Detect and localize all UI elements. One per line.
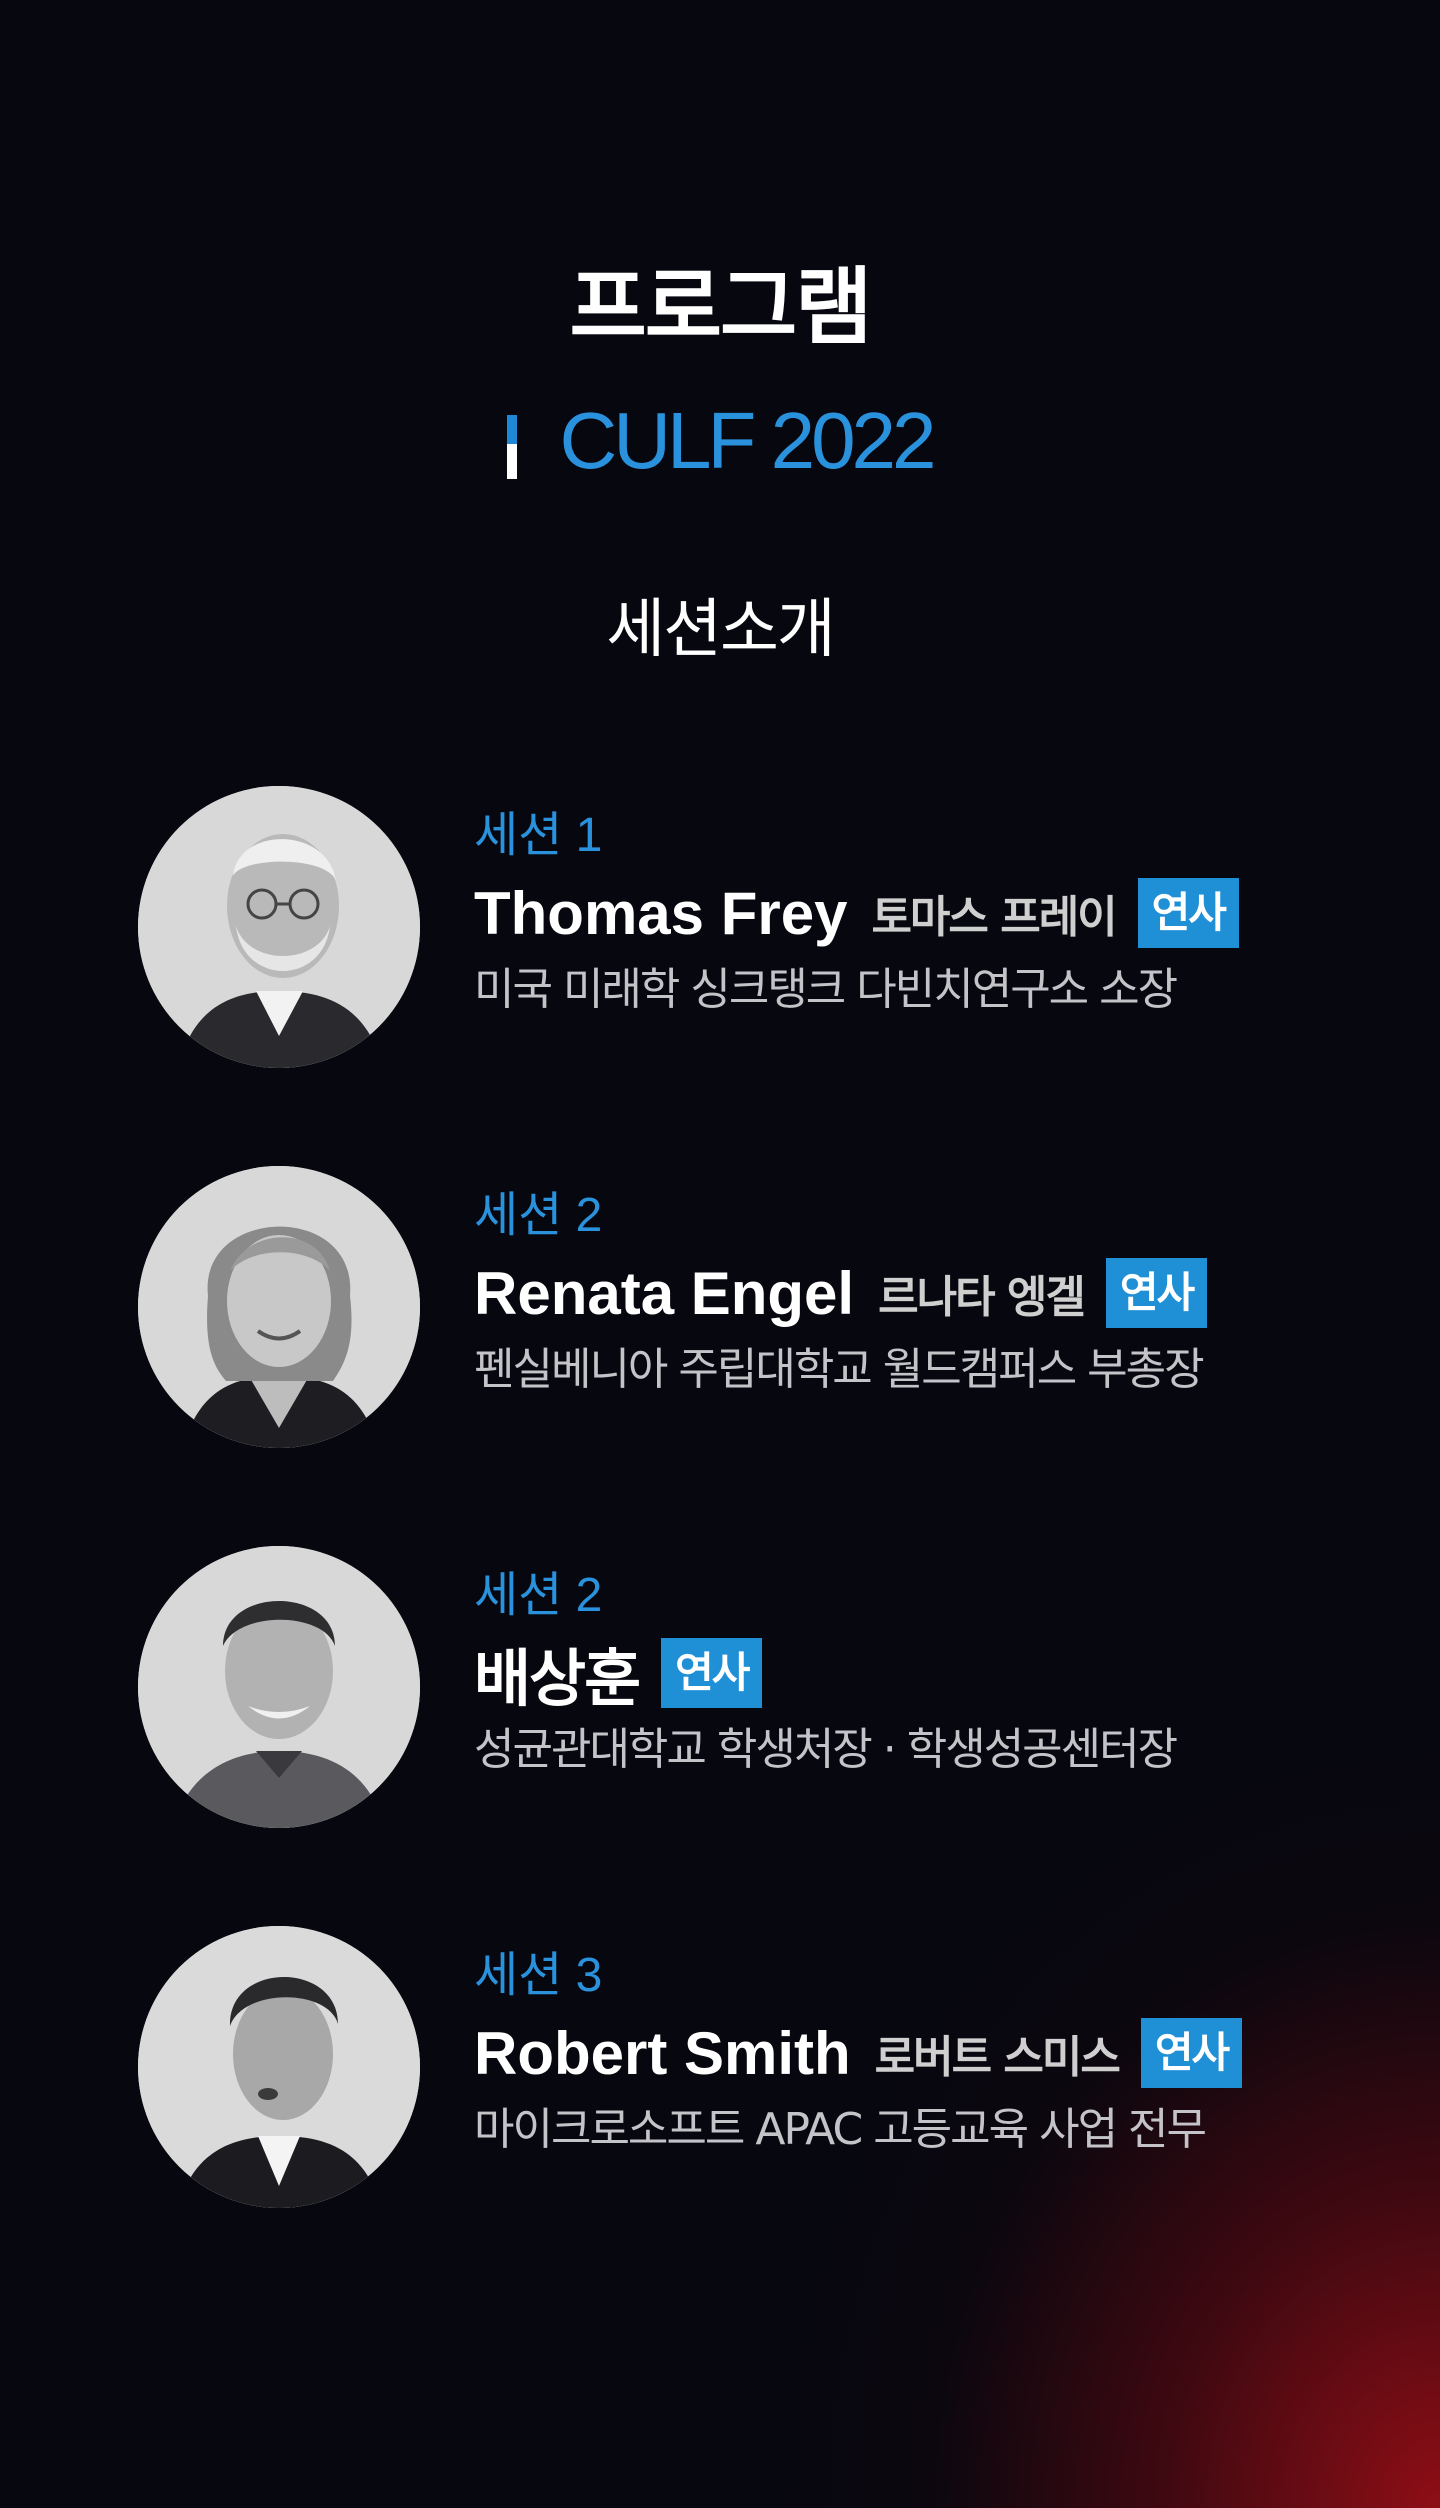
role-badge: 연사 [1137, 878, 1239, 948]
speaker-name-en: Robert Smith [474, 2019, 851, 2087]
speaker-card: 세션 3 Robert Smith 로버트 스미스 연사 마이크로소프트 APA… [0, 1926, 1440, 2216]
event-title: CULF 2022 [0, 395, 1440, 487]
speaker-description: 펜실베니아 주립대학교 월드캠퍼스 부총장 [474, 1344, 1205, 1395]
speaker-name-ko: 토마스 프레이 [871, 892, 1117, 943]
role-badge: 연사 [1105, 1258, 1208, 1328]
session-label: 세션 1 [474, 809, 603, 862]
speaker-name-en: Thomas Frey [474, 879, 848, 947]
speaker-name-ko: 배상훈 [474, 1642, 641, 1715]
speaker-description: 마이크로소프트 APAC 고등교육 사업 전무 [474, 2104, 1207, 2155]
page-title: 프로그램 [569, 258, 872, 356]
speaker-portrait-icon [138, 1166, 420, 1448]
speaker-photo [138, 1166, 420, 1448]
role-badge: 연사 [661, 1638, 763, 1708]
speaker-name-en: Renata Engel [474, 1259, 855, 1327]
speaker-card: 세션 2 Renata Engel 르나타 엥겔 연사 펜실베니아 주립대학교 … [0, 1166, 1440, 1456]
session-label: 세션 3 [474, 1949, 603, 2002]
speaker-description: 미국 미래학 싱크탱크 다빈치연구소 소장 [474, 964, 1178, 1015]
speaker-name-ko: 르나타 엥겔 [878, 1272, 1086, 1323]
section-heading: 세션소개 [606, 593, 836, 667]
event-name: CULF 2022 [559, 396, 936, 485]
speaker-card: 세션 1 Thomas Frey 토마스 프레이 연사 미국 미래학 싱크탱크 … [0, 786, 1440, 1076]
session-label: 세션 2 [474, 1569, 603, 1622]
speaker-name-ko: 로버트 스미스 [874, 2032, 1121, 2083]
speaker-card: 세션 2 배상훈 연사 성균관대학교 학생처장 · 학생성공센터장 [0, 1546, 1440, 1836]
speaker-photo [138, 1926, 420, 2208]
accent-bar [507, 415, 518, 479]
speaker-portrait-icon [138, 1546, 420, 1828]
session-label: 세션 2 [474, 1189, 603, 1242]
speaker-photo [138, 1546, 420, 1828]
role-badge: 연사 [1140, 2018, 1243, 2088]
speaker-portrait-icon [138, 786, 420, 1068]
speaker-portrait-icon [138, 1926, 420, 2208]
speaker-description: 성균관대학교 학생처장 · 학생성공센터장 [474, 1724, 1178, 1775]
speaker-photo [138, 786, 420, 1068]
